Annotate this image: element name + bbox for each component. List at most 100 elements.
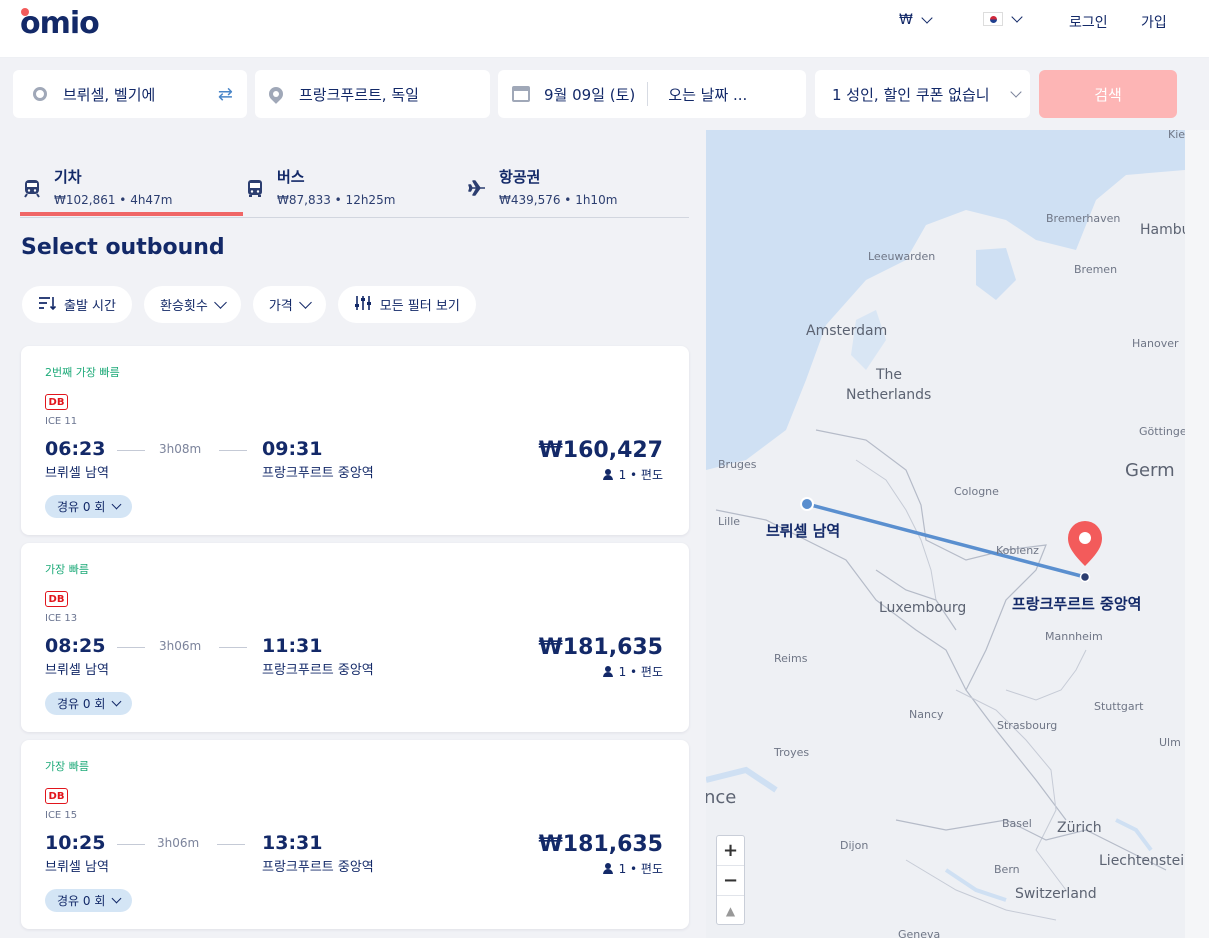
stops-toggle[interactable]: 경유 0 회 [45, 495, 133, 518]
result-card[interactable]: 가장 빠름 DB ICE 13 08:25 3h06m 11:31 브뤼셀 남역… [21, 543, 689, 732]
map-label: The [876, 367, 903, 383]
stops-label: 경유 0 회 [57, 500, 106, 514]
passenger-info-text: 1 • 편도 [618, 468, 663, 482]
passenger-info: 1 • 편도 [602, 663, 663, 680]
sort-departure-button[interactable]: 출발 시간 [22, 286, 132, 323]
passenger-value: 1 성인, 할인 쿠폰 없습니 [832, 85, 990, 104]
date-field[interactable]: 9월 09일 (토) 오는 날짜 ... [498, 70, 806, 118]
map-label: Stuttgart [1094, 700, 1144, 713]
duration-line [219, 647, 247, 648]
transfers-filter-button[interactable]: 환승횟수 [143, 286, 241, 323]
passenger-info: 1 • 편도 [602, 860, 663, 877]
price-filter-label: 가격 [268, 299, 293, 314]
compass-icon[interactable]: ▲ [717, 896, 744, 926]
results-panel: 기차 ₩102,861 • 4h47m 버스 ₩87,833 • 12h25m … [0, 130, 706, 938]
duration-line [217, 844, 245, 845]
zoom-in-button[interactable]: + [717, 836, 744, 866]
train-number: ICE 11 [45, 416, 78, 427]
tab-train-title: 기차 [54, 168, 82, 186]
login-link[interactable]: 로그인 [1069, 12, 1108, 32]
map-label: Geneva [898, 928, 941, 938]
stops-label: 경유 0 회 [57, 697, 106, 711]
duration-line [117, 450, 145, 451]
map-label: Göttinge [1139, 425, 1185, 438]
return-date[interactable]: 오는 날짜 ... [668, 84, 747, 105]
map-label: nce [706, 787, 737, 808]
result-card[interactable]: 2번째 가장 빠름 DB ICE 11 06:23 3h08m 09:31 브뤼… [21, 346, 689, 535]
tab-flight[interactable]: 항공권 ₩439,576 • 1h10m [467, 160, 617, 218]
search-button[interactable]: 검색 [1039, 70, 1177, 118]
departure-station: 브뤼셀 남역 [45, 466, 109, 481]
passenger-field[interactable]: 1 성인, 할인 쿠폰 없습니 [815, 70, 1030, 118]
destination-dot [1079, 571, 1091, 583]
filter-bar: 출발 시간 환승횟수 가격 모든 필터 보기 [22, 286, 476, 323]
tab-flight-sub: ₩439,576 • 1h10m [499, 193, 618, 207]
sort-departure-label: 출발 시간 [64, 299, 116, 314]
map-label: Zürich [1057, 820, 1102, 836]
person-icon [602, 666, 613, 677]
map-label: Lille [718, 515, 741, 528]
passenger-info: 1 • 편도 [602, 466, 663, 483]
tab-train[interactable]: 기차 ₩102,861 • 4h47m [22, 160, 172, 218]
stops-toggle[interactable]: 경유 0 회 [45, 692, 133, 715]
map-label: Basel [1002, 817, 1032, 830]
arrival-station: 프랑크푸르트 중앙역 [262, 860, 374, 875]
chevron-down-icon [213, 296, 227, 309]
signup-link[interactable]: 가입 [1141, 12, 1167, 32]
chevron-down-icon [1011, 11, 1023, 23]
price: ₩160,427 [538, 438, 663, 463]
map-label: Leeuwarden [868, 250, 936, 263]
passenger-info-text: 1 • 편도 [618, 665, 663, 679]
price-filter-button[interactable]: 가격 [252, 286, 326, 323]
chevron-down-icon [111, 696, 122, 707]
currency-selector[interactable]: ₩ [899, 12, 933, 28]
db-logo-icon: DB [45, 394, 68, 410]
result-card[interactable]: 가장 빠름 DB ICE 15 10:25 3h06m 13:31 브뤼셀 남역… [21, 740, 689, 929]
transport-tabs: 기차 ₩102,861 • 4h47m 버스 ₩87,833 • 12h25m … [20, 160, 689, 218]
search-bar: 브뤼셀, 벨기에 ⇄ 프랑크푸르트, 독일 9월 09일 (토) 오는 날짜 .… [0, 58, 1209, 130]
route-line [806, 502, 1086, 579]
arrival-time: 09:31 [262, 438, 323, 460]
transfers-filter-label: 환승횟수 [159, 299, 208, 314]
all-filters-label: 모든 필터 보기 [379, 299, 460, 314]
chevron-down-icon [1010, 86, 1022, 98]
duration-line [117, 844, 145, 845]
map-label: Netherlands [846, 387, 932, 403]
scrollbar[interactable] [1185, 130, 1209, 938]
origin-value: 브뤼셀, 벨기에 [63, 85, 156, 104]
departure-time: 06:23 [45, 438, 106, 460]
map-label: Troyes [774, 746, 810, 759]
passenger-info-text: 1 • 편도 [618, 862, 663, 876]
trip-duration: 3h06m [159, 639, 202, 653]
top-header: omio ₩ 로그인 가입 [0, 0, 1209, 58]
stops-toggle[interactable]: 경유 0 회 [45, 889, 133, 912]
active-tab-indicator [20, 212, 243, 216]
tab-train-sub: ₩102,861 • 4h47m [54, 193, 173, 207]
zoom-out-button[interactable]: − [717, 866, 744, 896]
omio-logo[interactable]: omio [20, 6, 100, 41]
departure-time: 08:25 [45, 635, 106, 657]
origin-field[interactable]: 브뤼셀, 벨기에 ⇄ [13, 70, 247, 118]
all-filters-button[interactable]: 모든 필터 보기 [337, 286, 476, 323]
arrival-station: 프랑크푸르트 중앙역 [262, 466, 374, 481]
map-label: Dijon [840, 839, 869, 852]
arrival-station: 프랑크푸르트 중앙역 [262, 663, 374, 678]
train-icon [22, 178, 44, 200]
map-label: Koblenz [996, 544, 1039, 557]
stops-label: 경유 0 회 [57, 894, 106, 908]
depart-date[interactable]: 9월 09일 (토) [544, 84, 635, 105]
map-label: Germ [1125, 460, 1175, 481]
map-label: Ulm [1159, 736, 1181, 749]
destination-field[interactable]: 프랑크푸르트, 독일 [255, 70, 490, 118]
departure-time: 10:25 [45, 832, 106, 854]
map-label: Nancy [909, 708, 944, 721]
route-map[interactable]: Kie Bremerhaven Hambu Leeuwarden Bremen … [706, 130, 1185, 938]
swap-icon[interactable]: ⇄ [218, 84, 233, 105]
tab-bus[interactable]: 버스 ₩87,833 • 12h25m [245, 160, 395, 218]
map-label: Liechtenstein [1099, 853, 1185, 869]
person-icon [602, 863, 613, 874]
plane-icon [467, 178, 489, 200]
tab-bus-sub: ₩87,833 • 12h25m [277, 193, 396, 207]
map-label: Cologne [954, 485, 999, 498]
language-selector[interactable] [983, 11, 1023, 26]
